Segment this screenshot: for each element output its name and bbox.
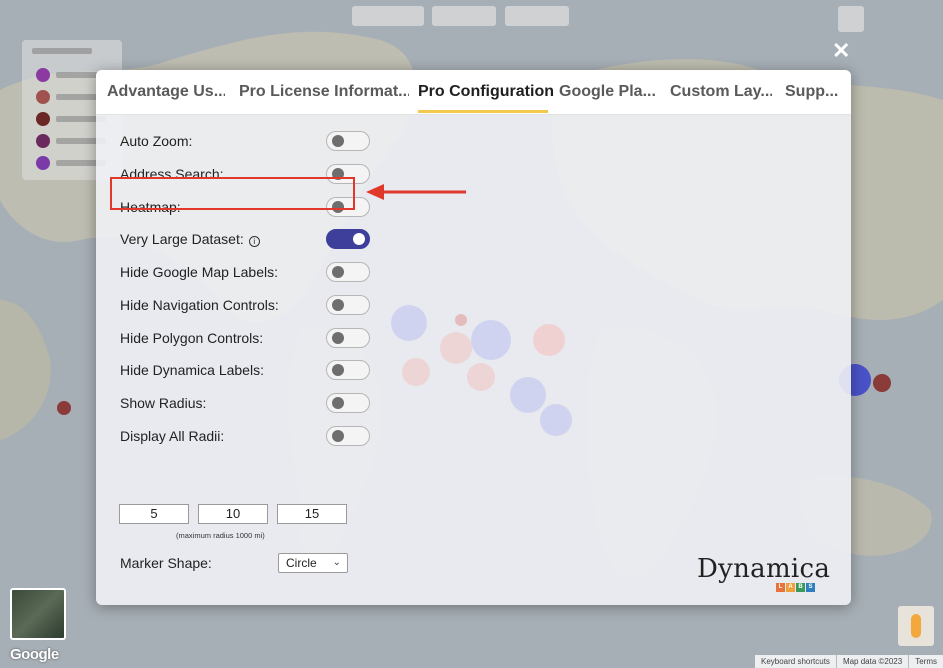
marker-shape-select[interactable]: Circle ⌄ [278, 553, 348, 573]
annotation-arrow-icon [366, 184, 466, 200]
map-data-label: Map data ©2023 [835, 655, 908, 668]
dynamica-logo: Dynamica [697, 554, 831, 584]
chevron-down-icon: ⌄ [332, 557, 341, 568]
setting-marker-shape: Marker Shape: Circle ⌄ [120, 551, 350, 575]
setting-label: Hide Google Map Labels: [120, 264, 278, 280]
labs-logo: LABS [776, 583, 816, 592]
active-tab-indicator [418, 110, 548, 113]
marker-shape-value: Circle [286, 556, 317, 570]
labs-letter: S [806, 583, 815, 592]
hide-google-map-labels-toggle[interactable] [326, 262, 370, 282]
setting-label: Display All Radii: [120, 428, 225, 444]
legend-marker [36, 112, 50, 126]
configuration-dialog: Advantage Us... Pro License Informat... … [96, 70, 851, 605]
tab-support[interactable]: Supp... [785, 70, 847, 115]
radius-input-2[interactable]: 10 [198, 504, 268, 524]
setting-label: Hide Navigation Controls: [120, 297, 279, 313]
google-logo: Google [10, 646, 59, 663]
setting-hide-navigation-controls: Hide Navigation Controls: [120, 293, 370, 317]
street-view-pegman-icon[interactable] [898, 606, 934, 646]
fullscreen-button[interactable] [838, 6, 864, 32]
hide-polygon-controls-toggle[interactable] [326, 328, 370, 348]
tab-pro-license-information[interactable]: Pro License Informat... [239, 70, 409, 115]
radius-input-3[interactable]: 15 [277, 504, 347, 524]
tab-advantage-user[interactable]: Advantage Us... [107, 70, 225, 115]
legend-marker [36, 134, 50, 148]
info-icon[interactable]: i [248, 236, 260, 247]
map-footer: Keyboard shortcuts Map data ©2023 Terms [755, 655, 943, 668]
keyboard-shortcuts-link[interactable]: Keyboard shortcuts [755, 655, 836, 668]
legend-marker [36, 156, 50, 170]
radius-note: (maximum radius 1000 mi) [176, 531, 265, 540]
map-control-button[interactable] [432, 6, 496, 26]
radius-input-1[interactable]: 5 [119, 504, 189, 524]
setting-show-radius: Show Radius: [120, 391, 370, 415]
setting-label: Show Radius: [120, 395, 207, 411]
close-x-icon[interactable]: ✕ [832, 40, 850, 62]
setting-label: Hide Polygon Controls: [120, 330, 264, 346]
setting-auto-zoom: Auto Zoom: [120, 129, 370, 153]
map-control-button[interactable] [352, 6, 424, 26]
legend-marker [36, 68, 50, 82]
map-control-button[interactable] [505, 6, 569, 26]
auto-zoom-toggle[interactable] [326, 131, 370, 151]
setting-display-all-radii: Display All Radii: [120, 424, 370, 448]
hide-navigation-controls-toggle[interactable] [326, 295, 370, 315]
setting-hide-dynamica-labels: Hide Dynamica Labels: [120, 358, 370, 382]
setting-hide-google-map-labels: Hide Google Map Labels: [120, 260, 370, 284]
very-large-dataset-toggle[interactable] [326, 229, 370, 249]
setting-label: Hide Dynamica Labels: [120, 362, 264, 378]
setting-hide-polygon-controls: Hide Polygon Controls: [120, 326, 370, 350]
hide-dynamica-labels-toggle[interactable] [326, 360, 370, 380]
marker-shape-label: Marker Shape: [120, 555, 212, 571]
legend-marker [36, 90, 50, 104]
terms-link[interactable]: Terms [908, 655, 943, 668]
show-radius-toggle[interactable] [326, 393, 370, 413]
labs-letter: L [776, 583, 785, 592]
setting-very-large-dataset: Very Large Dataset: i [120, 227, 370, 251]
tab-bar: Advantage Us... Pro License Informat... … [96, 70, 851, 115]
setting-label: Auto Zoom: [120, 133, 193, 149]
tab-custom-layers[interactable]: Custom Lay... [670, 70, 772, 115]
tab-pro-configuration[interactable]: Pro Configuration [418, 70, 554, 115]
setting-label: Very Large Dataset: [120, 231, 244, 247]
annotation-highlight-box [110, 177, 355, 210]
labs-letter: B [796, 583, 805, 592]
map-type-thumbnail[interactable] [10, 588, 66, 640]
labs-letter: A [786, 583, 795, 592]
legend-title [32, 48, 92, 54]
tab-google-places[interactable]: Google Pla... [559, 70, 655, 115]
display-all-radii-toggle[interactable] [326, 426, 370, 446]
